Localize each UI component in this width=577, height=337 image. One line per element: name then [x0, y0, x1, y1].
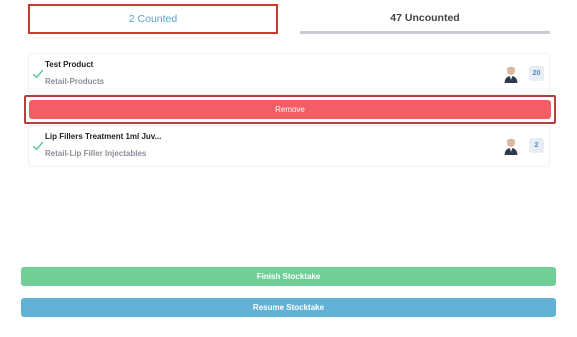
avatar — [503, 65, 519, 83]
checkmark-icon — [32, 67, 44, 79]
count-badge: 2 — [529, 138, 544, 153]
item-name: Lip Fillers Treatment 1ml Juv... — [45, 132, 162, 141]
remove-button[interactable]: Remove — [29, 100, 551, 119]
stocktake-tabs: 2 Counted 47 Uncounted — [28, 4, 550, 34]
count-badge: 20 — [529, 66, 544, 81]
avatar — [503, 137, 519, 155]
item-name: Test Product — [45, 60, 94, 69]
finish-stocktake-button[interactable]: Finish Stocktake — [21, 267, 556, 286]
resume-stocktake-button[interactable]: Resume Stocktake — [21, 298, 556, 317]
tab-uncounted[interactable]: 47 Uncounted — [300, 4, 550, 34]
tab-counted[interactable]: 2 Counted — [28, 4, 278, 34]
list-item[interactable]: Lip Fillers Treatment 1ml Juv... Retail-… — [28, 125, 550, 167]
item-category: Retail-Lip Filler Injectables — [45, 149, 147, 158]
item-category: Retail-Products — [45, 77, 105, 86]
remove-highlight: Remove — [24, 95, 556, 124]
checkmark-icon — [32, 139, 44, 151]
list-item[interactable]: Test Product Retail-Products 20 — [28, 53, 550, 95]
